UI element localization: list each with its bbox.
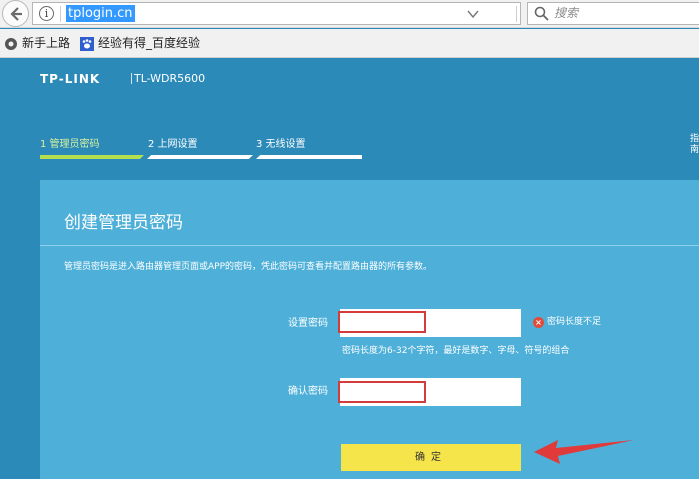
password-error-text: 密码长度不足 — [547, 317, 602, 327]
password-form-panel: 创建管理员密码 管理员密码是进入路由器管理页面或APP的密码，凭此密码可查看并配… — [40, 180, 699, 479]
confirm-password-input[interactable] — [340, 378, 521, 406]
step-progress-bar-active — [40, 155, 144, 159]
form-description: 管理员密码是进入路由器管理页面或APP的密码，凭此密码可查看并配置路由器的所有参… — [64, 262, 433, 272]
bookmark-label: 经验有得_百度经验 — [98, 36, 201, 50]
confirm-password-label: 确认密码 — [288, 386, 328, 397]
error-icon: × — [533, 317, 544, 328]
brand-logo: TP-LINK — [40, 72, 101, 86]
password-hint: 密码长度为6-32个字符，最好是数字、字母、符号的组合 — [342, 346, 570, 356]
search-icon — [534, 6, 549, 21]
password-label: 设置密码 — [288, 318, 328, 329]
bookmark-item-baidu-jingyan[interactable]: 经验有得_百度经验 — [80, 34, 200, 52]
address-bar[interactable]: i tplogin.cn — [32, 2, 540, 25]
router-setup-page: TP-LINK TL-WDR5600 指南 1 管理员密码 2 上网设置 3 无… — [0, 59, 699, 479]
step-wireless-settings: 3 无线设置 — [256, 139, 306, 150]
url-separator — [60, 6, 61, 22]
bookmarks-bar: 新手上路 经验有得_百度经验 — [0, 29, 699, 58]
info-icon[interactable]: i — [39, 6, 54, 21]
search-bar[interactable]: 搜索 — [527, 2, 699, 25]
url-text[interactable]: tplogin.cn — [66, 5, 135, 22]
paw-icon — [80, 36, 94, 51]
model-name: TL-WDR5600 — [134, 72, 206, 85]
url-divider — [516, 6, 517, 22]
bookmark-label: 新手上路 — [22, 36, 71, 50]
browser-toolbar: i tplogin.cn 搜索 — [0, 0, 699, 28]
bookmark-item-getting-started[interactable]: 新手上路 — [4, 34, 70, 52]
back-button[interactable] — [2, 0, 29, 27]
step-admin-password: 1 管理员密码 — [40, 139, 100, 150]
step-progress-bar — [256, 155, 362, 159]
annotation-arrow-icon — [534, 440, 634, 464]
search-input[interactable]: 搜索 — [554, 6, 578, 21]
step-progress-bar — [147, 155, 253, 159]
step-internet-settings: 2 上网设置 — [148, 139, 198, 150]
password-input[interactable] — [340, 309, 521, 337]
guide-link[interactable]: 指南 — [690, 134, 699, 156]
back-arrow-icon — [10, 7, 22, 21]
form-divider — [40, 245, 699, 246]
form-title: 创建管理员密码 — [64, 213, 183, 233]
gear-icon — [5, 37, 17, 50]
brand-separator — [131, 73, 132, 84]
confirm-button[interactable]: 确定 — [341, 444, 521, 471]
chevron-down-icon[interactable] — [467, 8, 479, 20]
